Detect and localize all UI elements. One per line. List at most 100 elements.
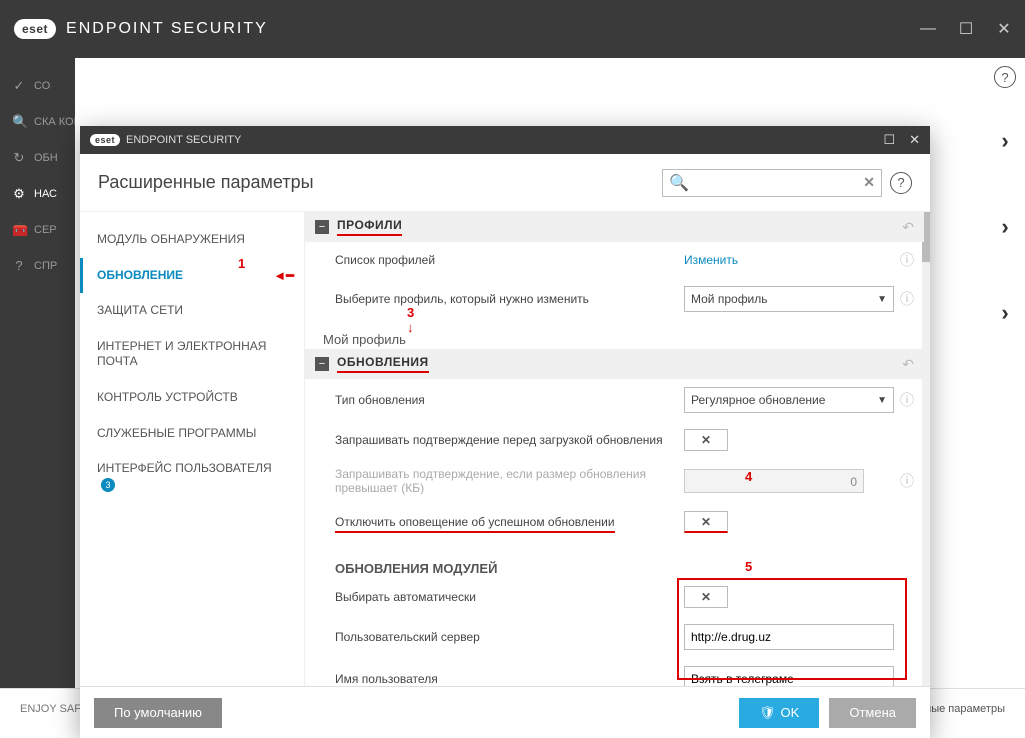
advanced-settings-dialog: eset ENDPOINT SECURITY ☐ ✕ Расширенные п… [80,126,930,738]
shield-icon: 🛡 [759,705,776,721]
outer-right-rail: ? › › › [985,58,1025,648]
confirm-download-toggle[interactable]: ✕ [684,429,728,451]
update-type-select[interactable]: Регулярное обновление ▼ [684,387,894,413]
custom-server-label: Пользовательский сервер [335,630,684,644]
profile-subheading: Мой профиль [305,320,924,349]
chevron-right-icon[interactable]: › [1001,300,1008,326]
chevron-right-icon[interactable]: › [1001,214,1008,240]
chevron-right-icon[interactable]: › [1001,128,1008,154]
row-username: Имя пользователя [305,658,924,686]
outer-sidebar: ✓СО 🔍СКА КОМ ↻ОБН ⚙НАС 🧰СЕР ?СПР [0,58,75,688]
chevron-down-icon: ▼ [877,294,887,305]
maximize-icon[interactable]: ☐ [959,22,973,36]
annotation-arrow: ◄━ [273,268,294,285]
window-controls: — ☐ ✕ [921,22,1011,36]
tree-tools[interactable]: СЛУЖЕБНЫЕ ПРОГРАММЫ [80,416,304,452]
section-updates-title: ОБНОВЛЕНИЯ [337,355,429,373]
modal-body: МОДУЛЬ ОБНАРУЖЕНИЯ ОБНОВЛЕНИЕ ◄━ ЗАЩИТА … [80,212,930,686]
edit-profiles-link[interactable]: Изменить [684,253,738,267]
search-icon: 🔍 [12,114,26,130]
profile-select[interactable]: Мой профиль ▼ [684,286,894,312]
modal-footer: По умолчанию 🛡OK Отмена [80,686,930,738]
row-confirm-download: Запрашивать подтверждение перед загрузко… [305,421,924,459]
info-icon[interactable]: ⓘ [900,250,914,270]
settings-tree: МОДУЛЬ ОБНАРУЖЕНИЯ ОБНОВЛЕНИЕ ◄━ ЗАЩИТА … [80,212,305,686]
info-icon[interactable]: ⓘ [900,471,914,491]
annotation-5: 5 [745,559,752,574]
module-updates-heading: ОБНОВЛЕНИЯ МОДУЛЕЙ [305,541,924,578]
row-update-type: Тип обновления Регулярное обновление ▼ ⓘ [305,379,924,421]
refresh-icon: ↻ [12,150,26,166]
modal-close-icon[interactable]: ✕ [909,132,920,148]
defaults-button[interactable]: По умолчанию [94,698,222,728]
section-updates-header[interactable]: − ОБНОВЛЕНИЯ ↶ [305,349,924,379]
ok-button[interactable]: 🛡OK [739,698,819,728]
nav-update[interactable]: ↻ОБН [0,140,75,176]
section-profiles-header[interactable]: − ПРОФИЛИ ↶ [305,212,924,242]
modal-help-button[interactable]: ? [890,172,912,194]
row-disable-notify: Отключить оповещение об успешном обновле… [305,503,924,541]
info-icon[interactable]: ⓘ [900,289,914,309]
modal-product-title: ENDPOINT SECURITY [126,134,241,146]
reset-icon[interactable]: ↶ [902,356,914,373]
nav-tools[interactable]: 🧰СЕР [0,212,75,248]
nav-scan[interactable]: 🔍СКА КОМ [0,104,75,140]
cancel-button[interactable]: Отмена [829,698,916,728]
auto-select-toggle[interactable]: ✕ [684,586,728,608]
reset-icon[interactable]: ↶ [902,219,914,236]
row-profile-list: Список профилей Изменить ⓘ [305,242,924,278]
row-auto-select: Выбирать автоматически ✕ [305,578,924,616]
chevron-down-icon: ▼ [877,395,887,406]
annotation-4: 4 [745,469,752,484]
gear-icon: ⚙ [12,186,26,202]
tree-detection[interactable]: МОДУЛЬ ОБНАРУЖЕНИЯ [80,222,304,258]
collapse-icon[interactable]: − [315,357,329,371]
help-button[interactable]: ? [994,66,1016,88]
search-input[interactable] [693,176,863,190]
nav-help[interactable]: ?СПР [0,248,75,283]
modal-heading: Расширенные параметры [98,172,314,193]
settings-content: − ПРОФИЛИ ↶ Список профилей Изменить ⓘ В… [305,212,930,686]
confirm-download-label: Запрашивать подтверждение перед загрузко… [335,433,684,447]
eset-badge: eset [14,19,56,39]
row-confirm-size: Запрашивать подтверждение, если размер о… [305,459,924,503]
search-input-wrap[interactable]: 🔍 ✕ [662,169,882,197]
modal-titlebar: eset ENDPOINT SECURITY ☐ ✕ [80,126,930,154]
username-input[interactable] [684,666,894,686]
tree-ui[interactable]: ИНТЕРФЕЙС ПОЛЬЗОВАТЕЛЯ 3 [80,451,304,502]
nav-setup[interactable]: ⚙НАС [0,176,75,212]
section-profiles-title: ПРОФИЛИ [337,218,402,236]
row-profile-select: Выберите профиль, который нужно изменить… [305,278,924,320]
profile-select-label: Выберите профиль, который нужно изменить [335,292,684,306]
outer-body: ✓СО 🔍СКА КОМ ↻ОБН ⚙НАС 🧰СЕР ?СПР ? › › ›… [0,58,1025,688]
product-title: ENDPOINT SECURITY [66,20,268,38]
scrollbar-track[interactable] [922,212,930,686]
profile-list-label: Список профилей [335,253,684,267]
nav-home[interactable]: ✓СО [0,68,75,104]
modal-maximize-icon[interactable]: ☐ [883,132,895,148]
tree-network[interactable]: ЗАЩИТА СЕТИ [80,293,304,329]
search-icon: 🔍 [669,173,689,193]
disable-notify-toggle[interactable]: ✕ [684,511,728,533]
close-icon[interactable]: ✕ [997,22,1011,36]
custom-server-input[interactable] [684,624,894,650]
info-icon[interactable]: ⓘ [900,390,914,410]
collapse-icon[interactable]: − [315,220,329,234]
tree-device[interactable]: КОНТРОЛЬ УСТРОЙСТВ [80,380,304,416]
eset-badge-small: eset [90,134,120,146]
toolbox-icon: 🧰 [12,222,26,238]
modal-header: Расширенные параметры 🔍 ✕ ? [80,154,930,212]
brand-logo: eset ENDPOINT SECURITY [14,19,268,39]
tree-update[interactable]: ОБНОВЛЕНИЕ ◄━ [80,258,304,294]
question-icon: ? [12,258,26,273]
outer-titlebar: eset ENDPOINT SECURITY — ☐ ✕ [0,0,1025,58]
clear-search-icon[interactable]: ✕ [863,174,875,191]
annotation-3: 3↓ [407,305,414,335]
disable-notify-label: Отключить оповещение об успешном обновле… [335,515,684,529]
minimize-icon[interactable]: — [921,22,935,36]
main-window: eset ENDPOINT SECURITY — ☐ ✕ ✓СО 🔍СКА КО… [0,0,1025,728]
tree-webmail[interactable]: ИНТЕРНЕТ И ЭЛЕКТРОННАЯ ПОЧТА [80,329,304,380]
annotation-1: 1 [238,256,245,271]
auto-select-label: Выбирать автоматически [335,590,684,604]
badge-count: 3 [101,478,115,492]
